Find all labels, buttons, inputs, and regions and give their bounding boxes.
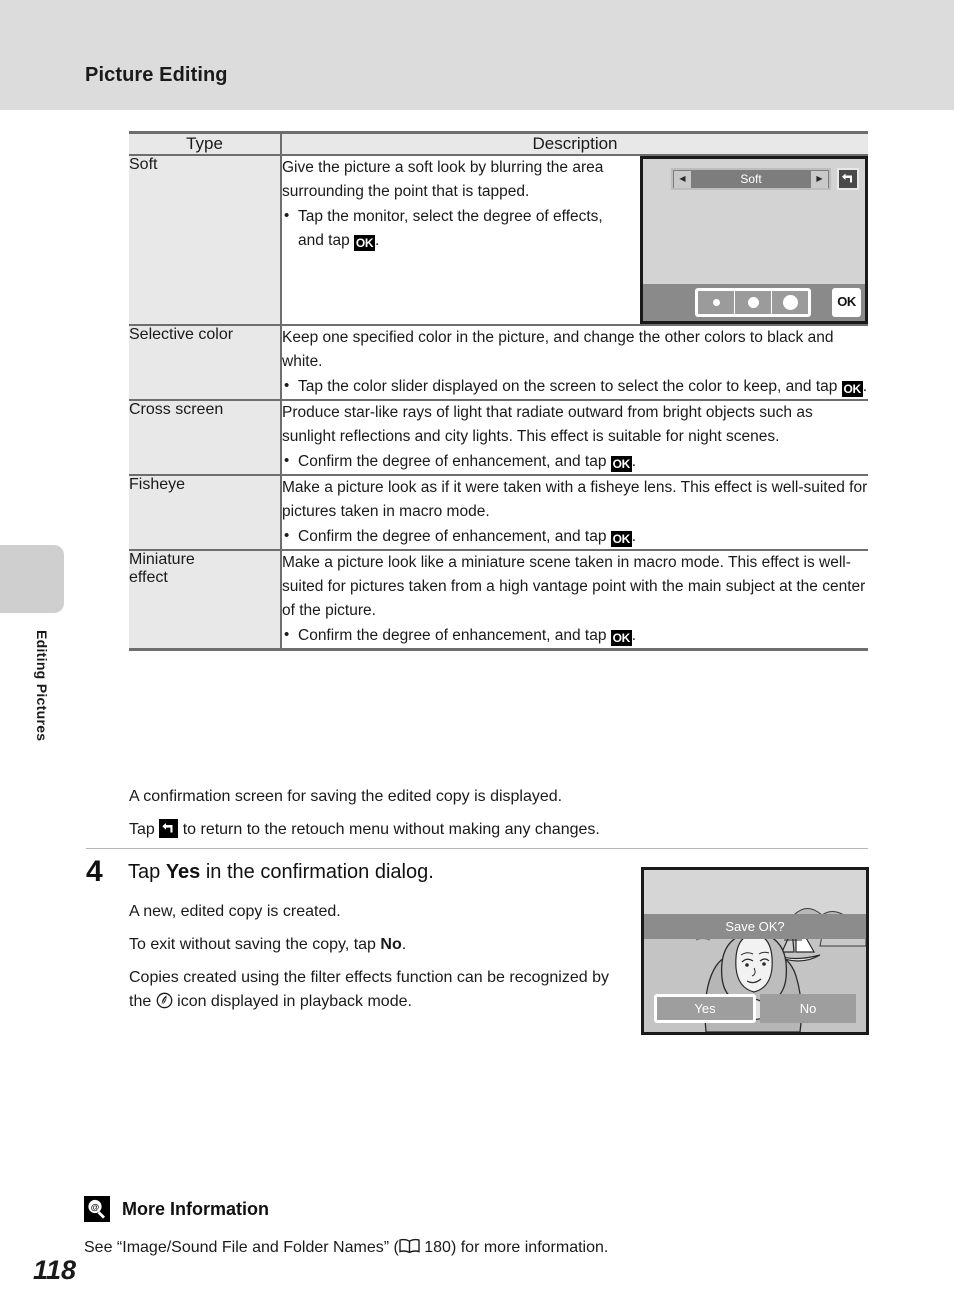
save-confirmation-message: Save OK? (644, 914, 866, 939)
large-dot-icon (782, 295, 798, 310)
step-title-pre: Tap (128, 861, 166, 883)
table-row: Fisheye Make a picture look as if it wer… (129, 475, 868, 552)
step-body-line-2: To exit without saving the copy, tap No. (129, 933, 599, 957)
description-bullet: Confirm the degree of enhancement, and t… (282, 524, 868, 549)
column-header-type: Type (129, 131, 281, 156)
section-divider (86, 848, 868, 849)
table-header-row: Type Description (129, 131, 868, 156)
row-type-miniature-effect: Miniature effect (129, 550, 281, 652)
description-paragraph: Produce star-like rays of light that rad… (282, 404, 813, 446)
camera-effect-selector[interactable]: ◀ Soft ▶ (671, 168, 831, 190)
row-description-selective-color: Keep one specified color in the picture,… (280, 325, 868, 402)
next-effect-arrow-icon[interactable]: ▶ (811, 170, 828, 188)
bullet-text-post: . (375, 232, 380, 250)
small-dot-icon (712, 299, 720, 306)
after-table-text-post: to return to the retouch menu without ma… (178, 821, 600, 838)
effect-degree-low[interactable] (698, 291, 735, 314)
bullet-text-post: . (862, 378, 868, 396)
row-description-fisheye: Make a picture look as if it were taken … (280, 475, 868, 552)
more-information-icon: @ (84, 1196, 110, 1222)
chapter-edge-tab (0, 545, 64, 613)
back-arrow-icon (159, 819, 179, 838)
more-info-text-post: ) for more information. (450, 1239, 609, 1256)
description-bullet: Confirm the degree of enhancement, and t… (282, 623, 868, 648)
more-information-label: More Information (122, 1198, 269, 1219)
after-table-line-2: Tap to return to the retouch menu withou… (129, 818, 869, 842)
after-table-text-pre: Tap (129, 821, 160, 838)
step-body-2-bold: No (380, 936, 402, 953)
picture-editing-table: Type Description Soft Give the picture a… (129, 131, 868, 652)
camera-effect-degree-group[interactable] (695, 288, 811, 317)
more-information-heading: @ More Information (84, 1196, 269, 1222)
filter-effects-icon (156, 992, 173, 1009)
step-title-bold: Yes (165, 861, 201, 883)
page-title: Picture Editing (85, 64, 228, 86)
step-title-post: in the confirmation dialog. (200, 861, 434, 883)
row-type-selective-color: Selective color (129, 325, 281, 402)
description-bullet: Tap the color slider displayed on the sc… (282, 374, 868, 399)
step-body-3-post: icon displayed in playback mode. (172, 993, 412, 1010)
bullet-text-post: . (631, 528, 637, 546)
description-paragraph: Keep one specified color in the picture,… (282, 329, 834, 371)
medium-dot-icon (747, 297, 759, 308)
bullet-text-pre: Confirm the degree of enhancement, and t… (298, 453, 611, 471)
more-info-page-ref: 180 (419, 1239, 451, 1256)
bullet-text-post: . (631, 627, 637, 645)
page-number: 118 (33, 1255, 77, 1285)
column-header-description: Description (280, 131, 868, 156)
camera-screen-soft: ◀ Soft ▶ OK (640, 156, 868, 324)
svg-text:@: @ (91, 1202, 99, 1212)
camera-effect-title: Soft (740, 171, 762, 186)
description-bullet: Tap the monitor, select the degree of ef… (282, 204, 630, 253)
row-type-cross-screen: Cross screen (129, 400, 281, 477)
step-body-line-1: A new, edited copy is created. (129, 903, 341, 920)
camera-back-arrow-icon[interactable] (837, 168, 859, 190)
bullet-text-pre: Tap the monitor, select the degree of ef… (298, 208, 603, 250)
chapter-vertical-label: Editing Pictures (34, 630, 50, 742)
more-information-body: See “Image/Sound File and Folder Names” … (84, 1238, 608, 1257)
yes-button[interactable]: Yes (654, 994, 756, 1023)
ok-icon: OK (610, 456, 632, 473)
step-body-line-3: Copies created using the filter effects … (129, 966, 609, 1014)
description-bullet: Confirm the degree of enhancement, and t… (282, 449, 868, 474)
row-description-cross-screen: Produce star-like rays of light that rad… (280, 400, 868, 477)
effect-degree-high[interactable] (772, 291, 808, 314)
description-paragraph: Make a picture look like a miniature sce… (282, 554, 866, 620)
description-paragraph: Give the picture a soft look by blurring… (282, 159, 604, 201)
effect-degree-medium[interactable] (735, 291, 772, 314)
row-description-miniature-effect: Make a picture look like a miniature sce… (280, 550, 868, 652)
no-button[interactable]: No (760, 994, 856, 1023)
step-number: 4 (86, 855, 103, 888)
step-body-2-post: . (401, 936, 407, 953)
ok-icon: OK (610, 531, 632, 548)
ok-icon: OK (610, 630, 632, 647)
bullet-text-pre: Confirm the degree of enhancement, and t… (298, 627, 611, 645)
previous-effect-arrow-icon[interactable]: ◀ (674, 170, 691, 188)
description-paragraph: Make a picture look as if it were taken … (282, 479, 868, 521)
camera-screen-save-confirmation: Save OK? Yes No (641, 867, 869, 1035)
ok-icon: OK (354, 235, 376, 252)
bullet-text-pre: Tap the color slider displayed on the sc… (298, 378, 842, 396)
after-table-line-1: A confirmation screen for saving the edi… (129, 788, 563, 805)
camera-ok-button[interactable]: OK (832, 288, 861, 317)
row-type-soft: Soft (129, 155, 281, 326)
page-header-band (0, 0, 954, 110)
table-row: Cross screen Produce star-like rays of l… (129, 400, 868, 477)
step-title: Tap Yes in the confirmation dialog. (128, 861, 434, 884)
ok-icon: OK (841, 381, 863, 398)
table-row: Selective color Keep one specified color… (129, 325, 868, 402)
row-type-fisheye: Fisheye (129, 475, 281, 552)
save-confirmation-buttons: Yes No (654, 994, 856, 1023)
row-type-line2: effect (129, 569, 168, 587)
bullet-text-pre: Confirm the degree of enhancement, and t… (298, 528, 611, 546)
table-row: Soft Give the picture a soft look by blu… (129, 155, 868, 326)
row-description-soft: Give the picture a soft look by blurring… (280, 155, 868, 326)
row-type-line1: Miniature (129, 551, 195, 569)
bullet-text-post: . (631, 453, 637, 471)
more-info-text-pre: See “Image/Sound File and Folder Names” … (84, 1239, 399, 1256)
book-icon (399, 1238, 420, 1254)
table-row: Miniature effect Make a picture look lik… (129, 550, 868, 652)
step-body-2-pre: To exit without saving the copy, tap (129, 936, 381, 953)
